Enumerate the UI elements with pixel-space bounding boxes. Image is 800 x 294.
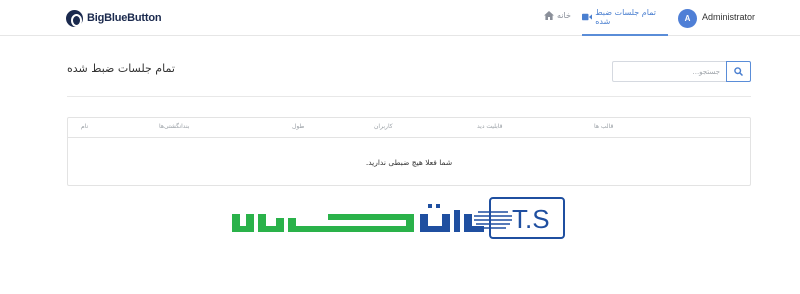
- nav-home-label: خانه: [557, 11, 571, 20]
- brand-link[interactable]: BigBlueButton: [66, 9, 162, 27]
- top-navbar: BigBlueButton خانه تمام جلسات ضبط شده A …: [0, 0, 800, 36]
- svg-text:T.S: T.S: [512, 204, 550, 234]
- empty-state-message: شما فعلا هیچ ضبطی ندارید.: [365, 158, 453, 167]
- search-button[interactable]: [726, 61, 751, 82]
- recordings-table: قالب ها قابلیت دید کاربران طول بندانگشتی…: [67, 117, 751, 186]
- column-header-visibility[interactable]: قابلیت دید: [477, 123, 502, 130]
- header-divider: [67, 96, 751, 97]
- bigbluebutton-logo-icon: [66, 9, 83, 27]
- watermark-logo: T.S: [232, 197, 565, 239]
- column-header-formats[interactable]: قالب ها: [594, 123, 613, 130]
- table-header-row: قالب ها قابلیت دید کاربران طول بندانگشتی…: [68, 118, 750, 138]
- column-header-users[interactable]: کاربران: [374, 123, 393, 130]
- brand-name: BigBlueButton: [87, 12, 162, 24]
- user-name[interactable]: Administrator: [702, 12, 755, 22]
- user-avatar[interactable]: A: [678, 9, 697, 28]
- nav-recordings-tab[interactable]: تمام جلسات ضبط شده: [582, 0, 668, 36]
- video-icon: [582, 13, 593, 21]
- nav-recordings-label: تمام جلسات ضبط شده: [595, 8, 657, 26]
- column-header-name[interactable]: نام: [81, 123, 88, 130]
- nav-home-link[interactable]: خانه: [544, 11, 571, 20]
- column-header-length[interactable]: طول: [292, 123, 304, 130]
- home-icon: [544, 11, 554, 20]
- page-title: تمام جلسات ضبط شده: [67, 62, 175, 75]
- search-input[interactable]: [612, 61, 726, 82]
- search-icon: [734, 67, 743, 76]
- column-header-thumbnails[interactable]: بندانگشتی‌ها: [159, 123, 189, 130]
